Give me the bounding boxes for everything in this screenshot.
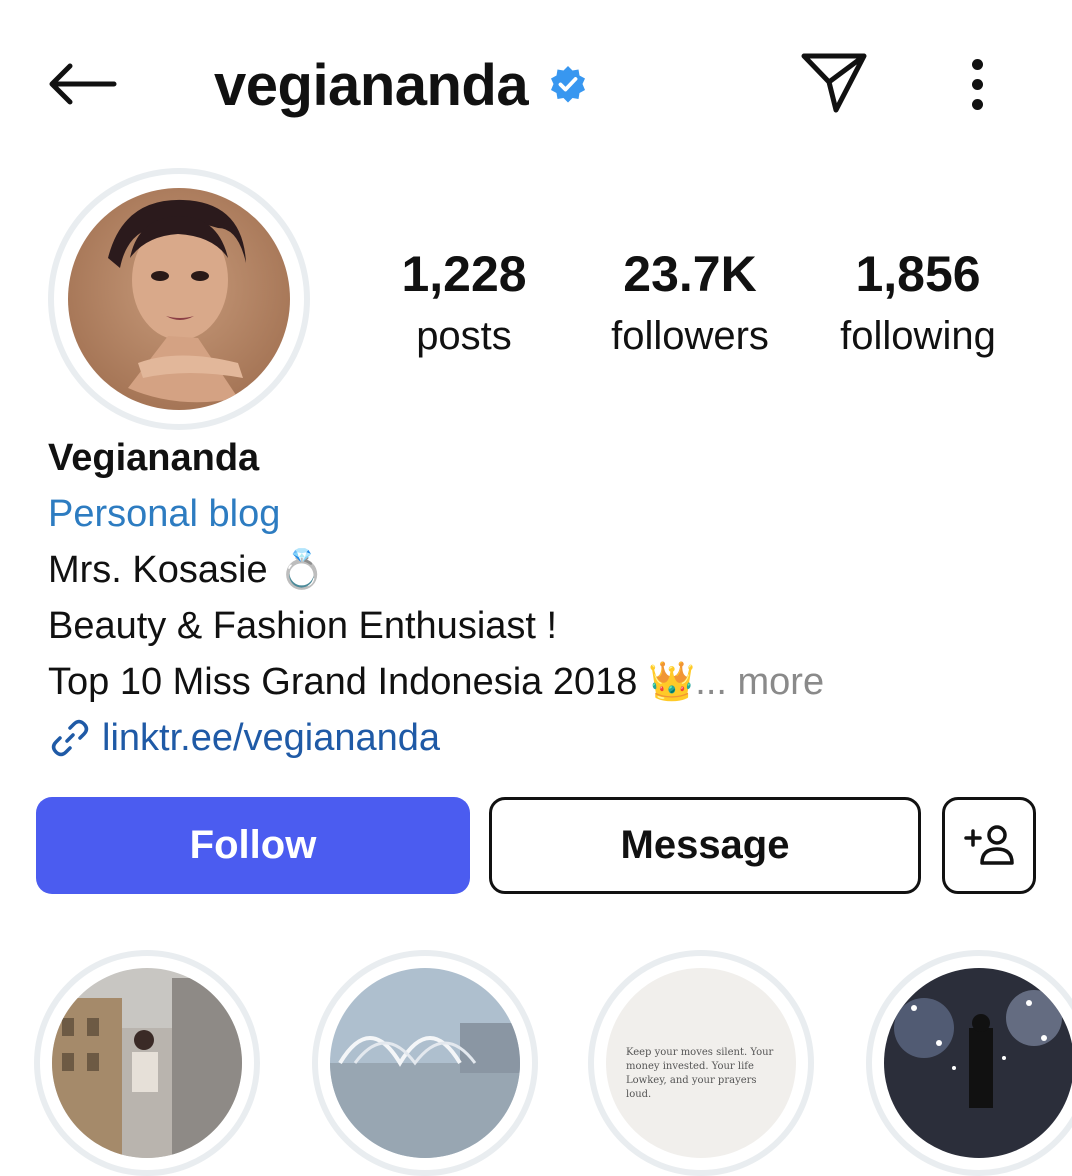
bio-line-3: Top 10 Miss Grand Indonesia 2018 👑... mo… bbox=[48, 654, 1028, 710]
arrow-left-icon bbox=[49, 63, 117, 105]
story-highlight-3[interactable]: Keep your moves silent. Your money inves… bbox=[588, 950, 814, 1176]
following-label: following bbox=[840, 314, 996, 358]
crown-emoji: 👑 bbox=[647, 661, 696, 703]
bio-line-2: Beauty & Fashion Enthusiast ! bbox=[48, 605, 558, 647]
highlight-quote: Keep your moves silent. Your money inves… bbox=[626, 1047, 774, 1100]
more-vertical-icon bbox=[971, 58, 983, 70]
bio-line-1: Mrs. Kosasie 💍 bbox=[48, 542, 1028, 598]
link-text: linktr.ee/vegiananda bbox=[102, 717, 441, 759]
following-count: 1,856 bbox=[855, 246, 981, 302]
ring-emoji: 💍 bbox=[278, 549, 326, 591]
bio-external-link[interactable]: linktr.ee/vegiananda bbox=[48, 710, 1028, 766]
display-name: Vegiananda bbox=[48, 437, 260, 479]
highlight-cover-2 bbox=[330, 968, 520, 1158]
follow-button[interactable]: Follow bbox=[36, 797, 470, 894]
profile-avatar-ring[interactable] bbox=[48, 168, 310, 430]
highlight-cover-4 bbox=[884, 968, 1072, 1158]
followers-label: followers bbox=[611, 314, 769, 358]
night-lights-photo bbox=[884, 968, 1072, 1158]
add-user-icon bbox=[964, 824, 1014, 865]
more-options-button[interactable] bbox=[950, 52, 1004, 116]
profile-photo bbox=[68, 188, 290, 410]
profile-username: vegiananda bbox=[214, 52, 529, 118]
bio-line-3-text: Top 10 Miss Grand Indonesia 2018 bbox=[48, 661, 638, 703]
stat-followers[interactable]: 23.7K followers bbox=[580, 242, 800, 362]
bio-line-1-text: Mrs. Kosasie bbox=[48, 549, 268, 591]
stat-following[interactable]: 1,856 following bbox=[808, 242, 1028, 362]
suggested-users-button[interactable] bbox=[942, 797, 1036, 894]
avatar bbox=[68, 188, 290, 410]
header-title: vegiananda bbox=[214, 50, 588, 120]
paper-plane-icon bbox=[801, 53, 867, 113]
highlight-cover-1 bbox=[52, 968, 242, 1158]
highlight-cover-3: Keep your moves silent. Your money inves… bbox=[606, 968, 796, 1158]
profile-bio: Vegiananda Personal blog Mrs. Kosasie 💍 … bbox=[48, 430, 1028, 766]
verified-badge-icon bbox=[551, 66, 586, 103]
profile-category: Personal blog bbox=[48, 493, 281, 535]
stat-posts[interactable]: 1,228 posts bbox=[354, 242, 574, 362]
architecture-photo bbox=[330, 968, 520, 1158]
share-button[interactable] bbox=[798, 46, 870, 118]
story-highlight-2[interactable] bbox=[312, 950, 538, 1176]
street-photo bbox=[52, 968, 242, 1158]
posts-count: 1,228 bbox=[401, 246, 527, 302]
story-highlight-1[interactable] bbox=[34, 950, 260, 1176]
posts-label: posts bbox=[416, 314, 512, 358]
back-button[interactable] bbox=[44, 54, 124, 114]
message-button[interactable]: Message bbox=[489, 797, 921, 894]
link-icon bbox=[51, 719, 89, 757]
followers-count: 23.7K bbox=[623, 246, 757, 302]
story-highlight-4[interactable] bbox=[866, 950, 1072, 1176]
bio-more-link[interactable]: ... more bbox=[695, 661, 824, 703]
